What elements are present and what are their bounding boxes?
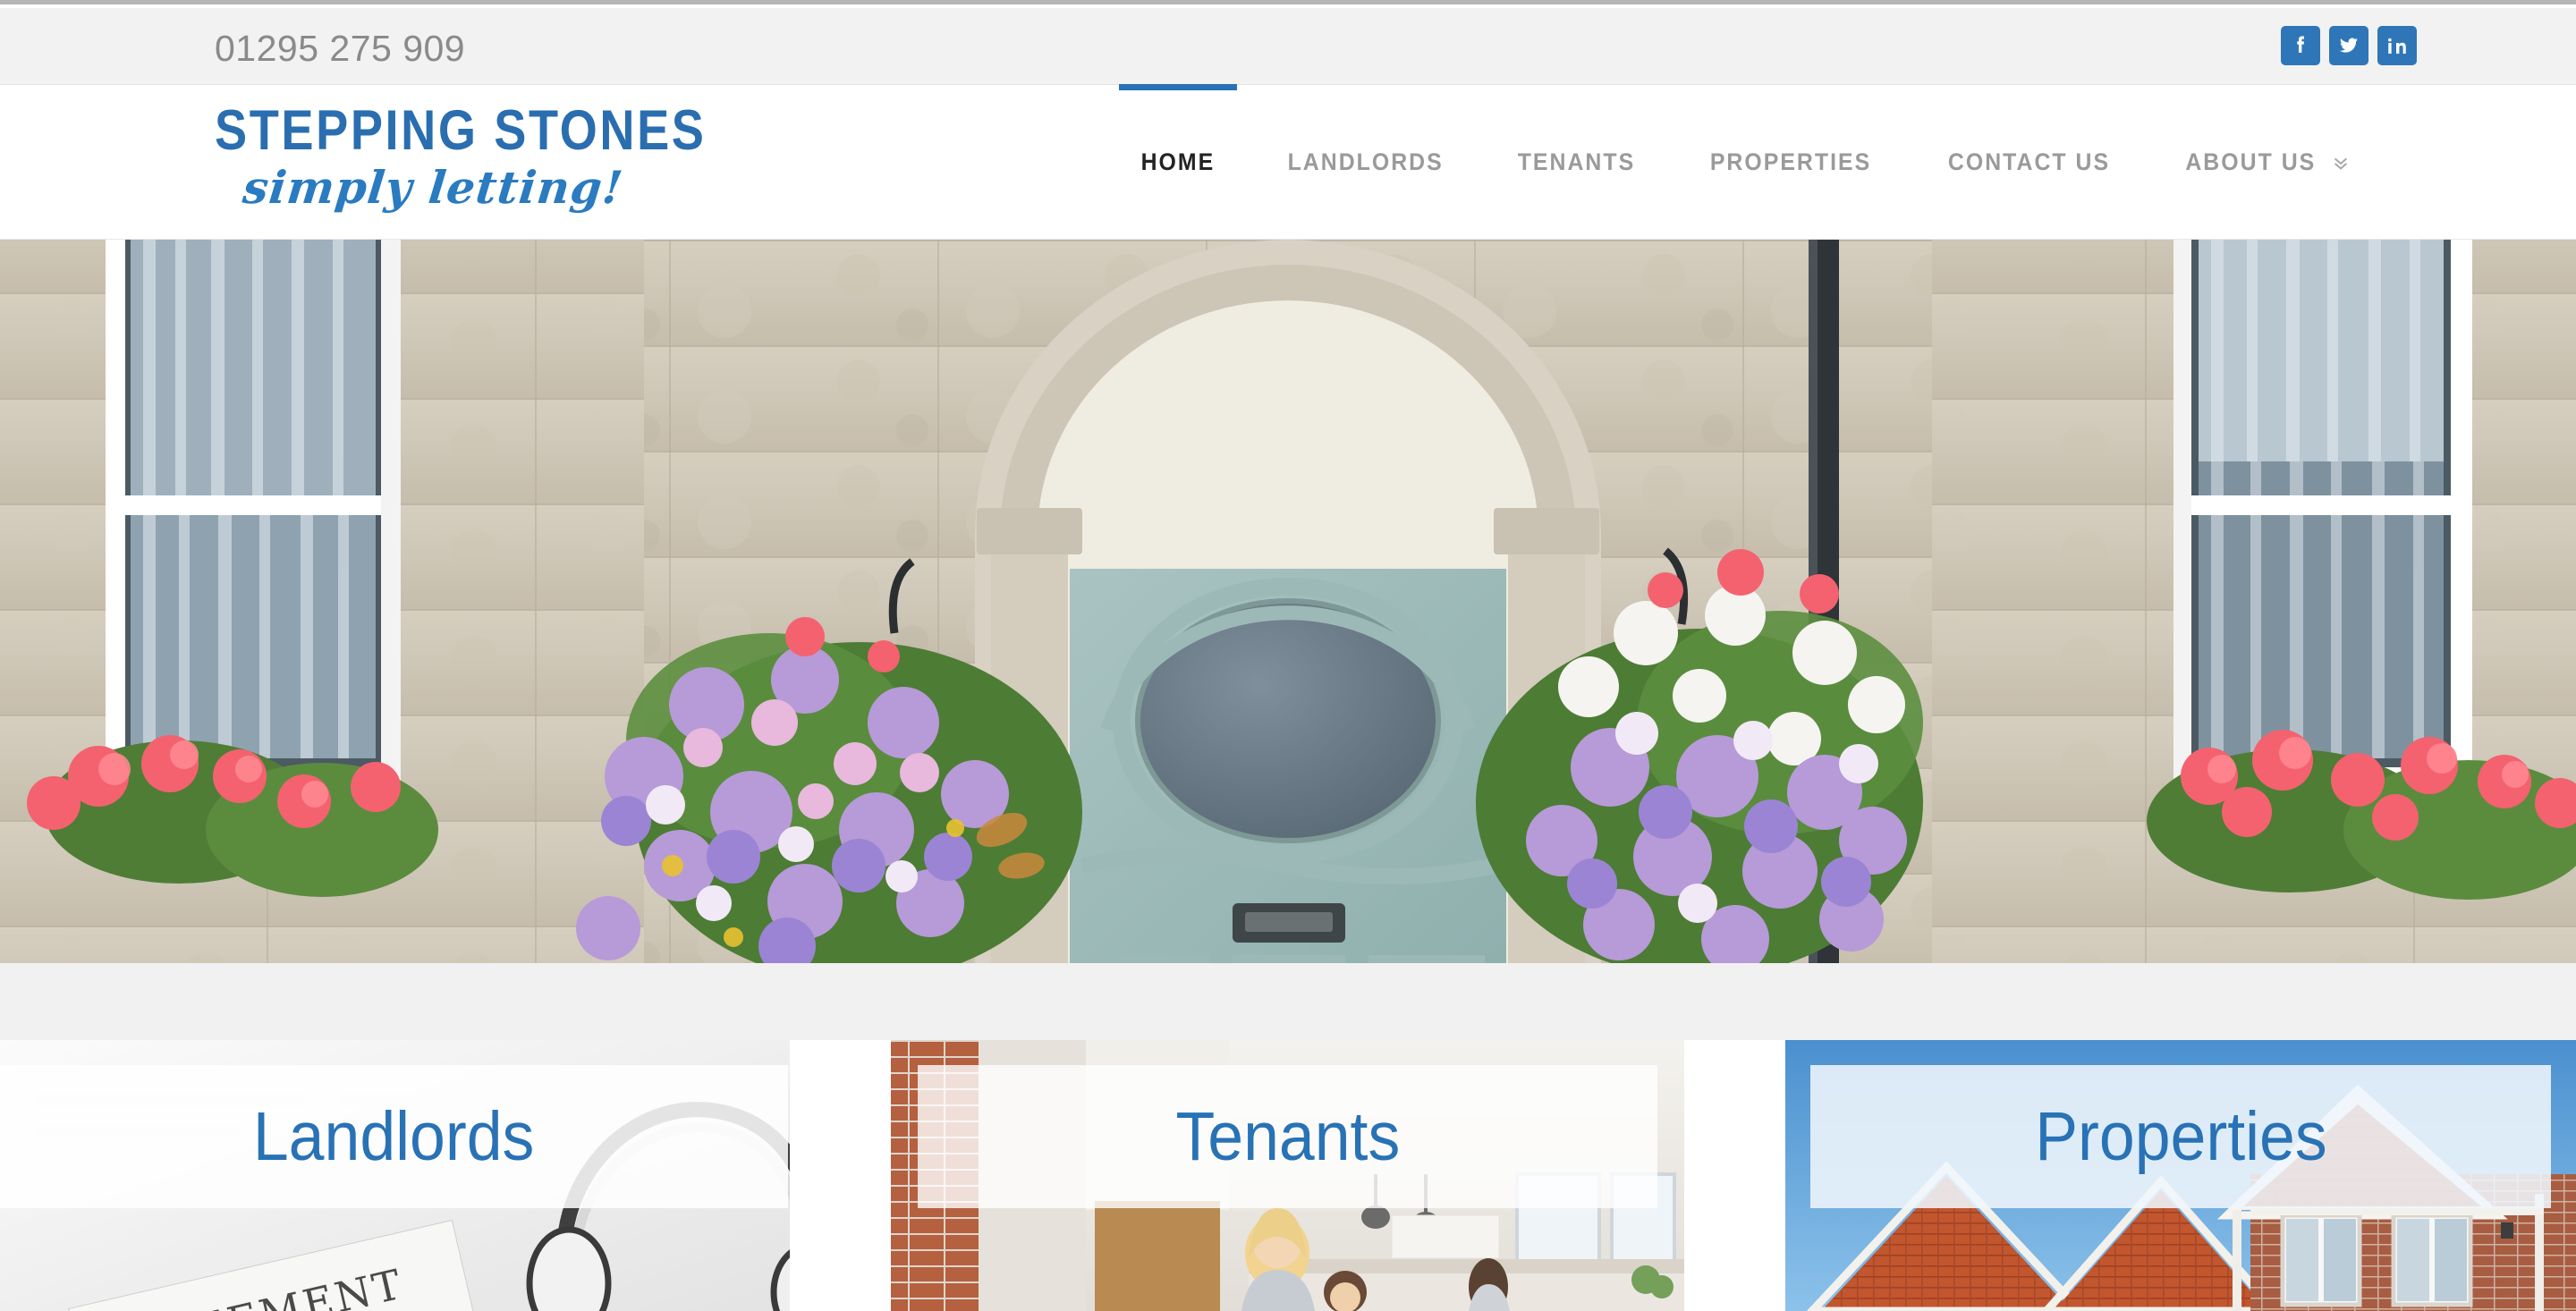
social-links (2281, 26, 2417, 65)
top-utility-bar: 01295 275 909 (0, 8, 2576, 85)
nav-item-tenants[interactable]: TENANTS (1481, 85, 1672, 240)
active-nav-indicator (1119, 84, 1237, 90)
left-window (106, 240, 401, 785)
facebook-icon[interactable] (2281, 26, 2320, 65)
nav-item-landlords[interactable]: LANDLORDS (1250, 85, 1481, 240)
nav-item-label: CONTACT US (1947, 148, 2111, 175)
section-spacer (0, 963, 2576, 1040)
chevron-double-down-icon (2331, 153, 2351, 177)
nav-item-label: LANDLORDS (1287, 148, 1444, 175)
nav-item-label: TENANTS (1517, 148, 1636, 175)
nav-item-label: PROPERTIES (1709, 148, 1872, 175)
site-header: STEPPING STONES simply letting! HOME LAN… (0, 84, 2576, 240)
feature-card-tenants[interactable]: Tenants (891, 1040, 1684, 1311)
nav-item-about-us[interactable]: ABOUT US (2148, 85, 2382, 240)
logo-wordmark: STEPPING STONES (215, 99, 707, 162)
right-window (2174, 240, 2472, 785)
hero-banner-image (0, 240, 2576, 963)
card-title: Properties (2034, 1097, 2327, 1175)
feature-card-properties[interactable]: Properties (1785, 1040, 2576, 1311)
nav-item-properties[interactable]: PROPERTIES (1672, 85, 1910, 240)
facebook-glyph (2297, 36, 2304, 53)
main-navigation: HOME LANDLORDS TENANTS PROPERTIES CONTAC… (1106, 84, 2382, 240)
card-title-band: Properties (1810, 1065, 2551, 1208)
site-logo[interactable]: STEPPING STONES simply letting! (215, 98, 707, 214)
feature-card-landlords[interactable]: AGREEMENT Landlords (0, 1040, 790, 1311)
card-title: Tenants (1175, 1097, 1400, 1175)
card-title-band: Tenants (918, 1065, 1657, 1208)
nav-item-label: ABOUT US (2185, 148, 2317, 175)
twitter-glyph (2339, 38, 2358, 53)
nav-item-contact-us[interactable]: CONTACT US (1910, 85, 2148, 240)
front-door (1070, 569, 1506, 963)
feature-cards-row: AGREEMENT Landlords (0, 1040, 2576, 1311)
logo-tagline: simply letting! (240, 161, 626, 214)
card-title-band: Landlords (0, 1065, 788, 1208)
linkedin-icon[interactable] (2377, 26, 2417, 65)
phone-number-link[interactable]: 01295 275 909 (215, 28, 465, 70)
linkedin-glyph (2388, 38, 2406, 54)
nav-item-label: HOME (1140, 148, 1216, 175)
hero-illustration (0, 240, 2576, 963)
nav-item-home[interactable]: HOME (1106, 84, 1250, 240)
twitter-icon[interactable] (2329, 26, 2368, 65)
card-title: Landlords (253, 1097, 535, 1175)
